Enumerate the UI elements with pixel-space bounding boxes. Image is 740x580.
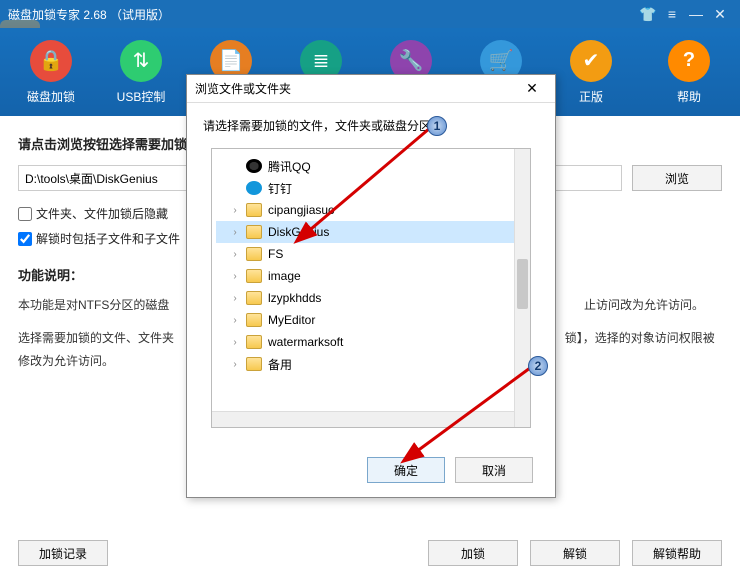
expand-icon[interactable]: ›: [230, 337, 240, 348]
checkbox-hide-input[interactable]: [18, 207, 32, 221]
toolbar-label: 正版: [579, 88, 603, 105]
unlock-help-button[interactable]: 解锁帮助: [632, 540, 722, 566]
toolbar-label: 磁盘加锁: [27, 88, 75, 105]
dialog-prompt: 请选择需要加锁的文件，文件夹或磁盘分区: [187, 103, 555, 144]
tree-item[interactable]: › FS: [216, 243, 526, 265]
dingding-icon: [246, 181, 262, 195]
tree-item-label: watermarksoft: [268, 335, 343, 349]
skin-icon[interactable]: 👕: [636, 6, 660, 23]
folder-icon: [246, 203, 262, 217]
lock-record-button[interactable]: 加锁记录: [18, 540, 108, 566]
dialog-close-icon[interactable]: ✕: [517, 80, 547, 97]
toolbar-item-usb-icon[interactable]: ⇅ USB控制: [96, 40, 186, 105]
tree-item-label: 腾讯QQ: [268, 158, 311, 175]
folder-icon: [246, 269, 262, 283]
folder-tree[interactable]: 腾讯QQ钉钉›cipangjiasuo›DiskGenius›FS›image›…: [211, 148, 531, 428]
menu-icon[interactable]: ≡: [660, 6, 684, 22]
checkbox-subfiles-label: 解锁时包括子文件和子文件: [36, 230, 180, 247]
tree-item[interactable]: 钉钉: [216, 177, 526, 199]
toolbar-help[interactable]: ? 帮助: [644, 40, 734, 105]
tree-item-label: lzypkhdds: [268, 291, 321, 305]
verify-icon: ✔: [570, 40, 612, 82]
scrollbar-thumb[interactable]: [517, 259, 528, 309]
toolbar-item-lock-icon[interactable]: 🔒 磁盘加锁: [6, 40, 96, 105]
annotation-badge-2: 2: [528, 356, 548, 376]
toolbar-help-label: 帮助: [677, 88, 701, 105]
lock-icon: 🔒: [30, 40, 72, 82]
dialog-title: 浏览文件或文件夹: [195, 80, 291, 97]
titlebar: 磁盘加锁专家 2.68 （试用版） 👕 ≡ — ✕: [0, 0, 740, 28]
tree-item-label: FS: [268, 247, 283, 261]
annotation-badge-1: 1: [427, 116, 447, 136]
expand-icon[interactable]: ›: [230, 359, 240, 370]
close-icon[interactable]: ✕: [708, 6, 732, 23]
footer-buttons: 加锁记录 加锁 解锁 解锁帮助: [18, 540, 722, 566]
expand-icon[interactable]: ›: [230, 205, 240, 216]
tree-item[interactable]: › lzypkhdds: [216, 287, 526, 309]
folder-icon: [246, 225, 262, 239]
tree-item[interactable]: 腾讯QQ: [216, 155, 526, 177]
folder-icon: [246, 357, 262, 371]
checkbox-hide-label: 文件夹、文件加锁后隐藏: [36, 205, 168, 222]
minimize-icon[interactable]: —: [684, 6, 708, 22]
tree-item-label: MyEditor: [268, 313, 315, 327]
tree-vscrollbar[interactable]: [514, 149, 530, 427]
dialog-cancel-button[interactable]: 取消: [455, 457, 533, 483]
folder-icon: [246, 247, 262, 261]
tree-item[interactable]: › MyEditor: [216, 309, 526, 331]
tree-item[interactable]: › watermarksoft: [216, 331, 526, 353]
tree-item[interactable]: › DiskGenius: [216, 221, 526, 243]
dialog-ok-button[interactable]: 确定: [367, 457, 445, 483]
tree-item-label: cipangjiasuo: [268, 203, 335, 217]
expand-icon[interactable]: ›: [230, 315, 240, 326]
tree-hscrollbar[interactable]: [212, 411, 514, 427]
help-icon: ?: [668, 40, 710, 82]
tree-item-label: 钉钉: [268, 180, 292, 197]
tree-item-label: DiskGenius: [268, 225, 329, 239]
browse-dialog: 浏览文件或文件夹 ✕ 请选择需要加锁的文件，文件夹或磁盘分区 腾讯QQ 钉钉 › ci…: [186, 74, 556, 498]
lock-button[interactable]: 加锁: [428, 540, 518, 566]
tree-item-label: 备用: [268, 356, 292, 373]
tree-item[interactable]: › image: [216, 265, 526, 287]
tree-item[interactable]: › cipangjiasuo: [216, 199, 526, 221]
expand-icon[interactable]: ›: [230, 249, 240, 260]
qq-icon: [246, 159, 262, 173]
expand-icon[interactable]: ›: [230, 227, 240, 238]
unlock-button[interactable]: 解锁: [530, 540, 620, 566]
usb-icon: ⇅: [120, 40, 162, 82]
folder-icon: [246, 313, 262, 327]
folder-icon: [246, 291, 262, 305]
toolbar-label: USB控制: [117, 88, 166, 105]
tree-item[interactable]: › 备用: [216, 353, 526, 375]
tree-item-label: image: [268, 269, 301, 283]
window-title: 磁盘加锁专家 2.68 （试用版）: [8, 6, 170, 23]
expand-icon[interactable]: ›: [230, 293, 240, 304]
toolbar-item-verify-icon[interactable]: ✔ 正版: [546, 40, 636, 105]
dialog-titlebar: 浏览文件或文件夹 ✕: [187, 75, 555, 103]
expand-icon[interactable]: ›: [230, 271, 240, 282]
checkbox-subfiles-input[interactable]: [18, 232, 32, 246]
browse-button[interactable]: 浏览: [632, 165, 722, 191]
folder-icon: [246, 335, 262, 349]
